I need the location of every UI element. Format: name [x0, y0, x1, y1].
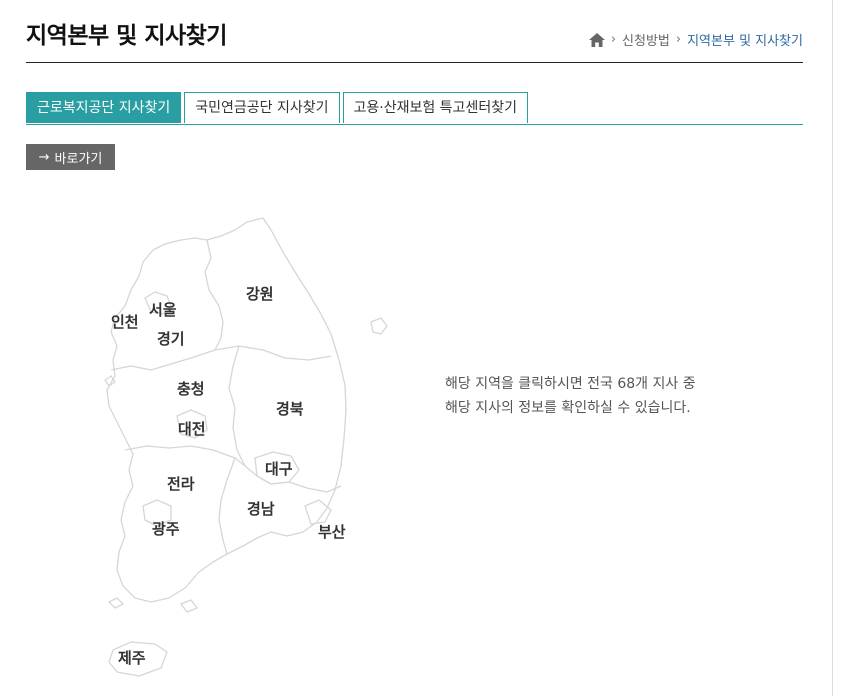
- region-gangwon[interactable]: 강원: [246, 283, 274, 304]
- title-divider: [26, 62, 803, 63]
- jeolla-border: [124, 445, 246, 467]
- tab-bar: 근로복지공단 지사찾기 국민연금공단 지사찾기 고용·산재보험 특고센터찾기: [26, 92, 803, 125]
- tab-comwel-branch[interactable]: 근로복지공단 지사찾기: [26, 92, 182, 123]
- region-daejeon[interactable]: 대전: [178, 418, 206, 439]
- tab-insurance-center[interactable]: 고용·산재보험 특고센터찾기: [342, 92, 528, 123]
- gyeongbuk-border: [228, 345, 246, 467]
- region-busan[interactable]: 부산: [318, 521, 346, 542]
- home-icon[interactable]: [588, 32, 605, 47]
- goto-button-label: 바로가기: [54, 151, 103, 167]
- tab-nps-branch[interactable]: 국민연금공단 지사찾기: [184, 92, 340, 123]
- info-line-1: 해당 지역을 클릭하시면 전국 68개 지사 중: [445, 376, 696, 392]
- region-gyeongbuk[interactable]: 경북: [276, 398, 304, 419]
- info-line-2: 해당 지사의 정보를 확인하실 수 있습니다.: [445, 400, 691, 416]
- breadcrumb-item-apply[interactable]: 신청방법: [622, 30, 670, 49]
- mainland-outline: [106, 217, 347, 603]
- region-chungcheong[interactable]: 충청: [177, 378, 205, 399]
- breadcrumb: › 신청방법 › 지역본부 및 지사찾기: [588, 30, 803, 49]
- ulleung-island: [370, 317, 388, 335]
- region-incheon[interactable]: 인천: [111, 311, 139, 332]
- region-seoul[interactable]: 서울: [149, 299, 177, 320]
- region-gyeonggi[interactable]: 경기: [157, 328, 185, 349]
- breadcrumb-item-current[interactable]: 지역본부 및 지사찾기: [687, 30, 803, 49]
- region-daegu[interactable]: 대구: [265, 458, 293, 479]
- gyeonggi-gangwon-border: [204, 239, 224, 351]
- info-text: 해당 지역을 클릭하시면 전국 68개 지사 중 해당 지사의 정보를 확인하실…: [445, 372, 696, 420]
- arrow-right-icon: →: [38, 149, 50, 165]
- scrollbar-track[interactable]: [832, 0, 833, 696]
- jeolla-gyeongnam-border: [218, 457, 236, 555]
- west-island-2: [108, 597, 124, 609]
- page-title: 지역본부 및 지사찾기: [26, 23, 227, 49]
- korea-map: [104, 217, 388, 677]
- south-island: [180, 599, 198, 613]
- chungcheong-border: [110, 345, 332, 371]
- chevron-right-icon: ›: [610, 32, 617, 47]
- goto-button[interactable]: → 바로가기: [26, 144, 115, 170]
- region-gyeongnam[interactable]: 경남: [247, 498, 275, 519]
- chevron-right-icon: ›: [675, 32, 682, 47]
- region-gwangju[interactable]: 광주: [152, 518, 180, 539]
- gyeongnam-border: [244, 465, 342, 493]
- region-jeolla[interactable]: 전라: [167, 473, 195, 494]
- region-jeju[interactable]: 제주: [118, 647, 146, 668]
